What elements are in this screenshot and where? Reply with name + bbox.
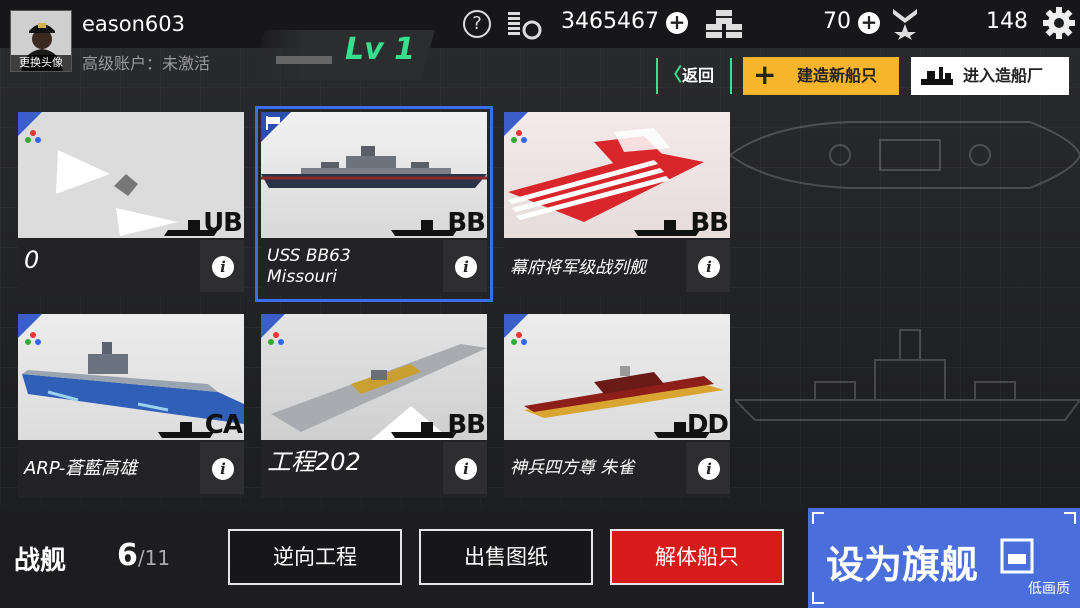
flag-icon <box>266 116 280 130</box>
ship-image: CA <box>18 314 244 440</box>
add-coins-button[interactable]: + <box>666 12 688 34</box>
set-flagship-button[interactable]: 设为旗舰 低画质 <box>808 508 1080 608</box>
palette-icon <box>25 130 41 143</box>
ship-card[interactable]: DD 神兵四方尊 朱雀 i <box>504 314 730 498</box>
corner-bracket <box>812 592 824 604</box>
info-icon[interactable]: i <box>212 458 234 480</box>
crates-icon <box>706 10 742 38</box>
ship-count-current: 6 <box>117 538 138 573</box>
corner-bracket <box>812 512 824 524</box>
sell-blueprint-button[interactable]: 出售图纸 <box>419 529 593 585</box>
enter-dock-label: 进入造船厂 <box>963 66 1044 85</box>
ship-name: 幕府将军级战列舰 <box>510 258 646 278</box>
ship-card[interactable]: BB 工程202 i <box>261 314 487 498</box>
level-progress-bar <box>276 56 332 64</box>
supplies-value: 70 <box>823 9 851 34</box>
flagship-icon <box>1000 538 1034 574</box>
ship-class-label: BB <box>690 208 729 238</box>
ship-class-label: BB <box>447 208 486 238</box>
ship-card[interactable]: BB 幕府将军级战列舰 i <box>504 112 730 296</box>
ship-name: ARP-蒼藍高雄 <box>24 458 138 479</box>
ship-image: BB <box>261 112 487 238</box>
ship-image: DD <box>504 314 730 440</box>
account-status: 高级账户：未激活 <box>82 54 211 73</box>
blueprint-ship-side <box>735 329 1080 421</box>
gear-icon[interactable] <box>1042 6 1076 40</box>
info-icon[interactable]: i <box>212 256 234 278</box>
palette-icon <box>268 332 284 345</box>
ship-image: BB <box>504 112 730 238</box>
build-ship-label: 建造新船只 <box>797 66 878 85</box>
palette-icon <box>511 130 527 143</box>
avatar[interactable]: 更换头像 <box>10 10 72 72</box>
info-icon[interactable]: i <box>698 458 720 480</box>
dockyard-icon <box>921 67 953 85</box>
set-flagship-label: 设为旗舰 <box>826 543 979 587</box>
blueprint-ship-top <box>730 121 1080 189</box>
enter-dock-button[interactable]: 进入造船厂 <box>911 57 1069 95</box>
help-icon[interactable]: ? <box>463 10 491 38</box>
level-text: Lv 1 <box>345 32 415 67</box>
back-button[interactable]: 〈 返回 <box>656 58 732 94</box>
ship-image: BB <box>261 314 487 440</box>
palette-icon <box>25 332 41 345</box>
ship-count: 6/11 <box>117 538 170 573</box>
info-icon[interactable]: i <box>455 458 477 480</box>
reverse-engineer-button[interactable]: 逆向工程 <box>228 529 402 585</box>
ship-name: USS BB63 Missouri <box>267 246 447 288</box>
change-avatar-label[interactable]: 更换头像 <box>11 55 71 71</box>
ship-card-selected[interactable]: BB USS BB63 Missouri i <box>255 106 493 302</box>
coins-value: 3465467 <box>561 9 659 34</box>
rank-icon <box>893 9 917 40</box>
ship-class-label: DD <box>686 410 729 440</box>
ship-card[interactable]: CA ARP-蒼藍高雄 i <box>18 314 244 498</box>
ship-image: UB <box>18 112 244 238</box>
back-label: 返回 <box>682 66 715 85</box>
ship-class-label: CA <box>204 410 243 440</box>
plus-icon: + <box>753 58 777 91</box>
ship-name-line1: USS BB63 <box>267 246 351 266</box>
chevron-left-icon: 〈 <box>664 65 682 86</box>
ship-name: 工程202 <box>267 448 361 476</box>
rank-points-value: 148 <box>986 9 1028 34</box>
dismantle-ship-button[interactable]: 解体船只 <box>610 529 784 585</box>
ship-type-label: 战舰 <box>14 546 67 576</box>
ship-class-label: UB <box>203 208 243 238</box>
quality-toggle[interactable]: 低画质 <box>1028 578 1070 598</box>
info-icon[interactable]: i <box>455 256 477 278</box>
ship-name: 0 <box>24 246 40 274</box>
ship-name: 神兵四方尊 朱雀 <box>510 458 635 478</box>
ship-class-label: BB <box>447 410 486 440</box>
add-supplies-button[interactable]: + <box>858 12 880 34</box>
ship-count-total: /11 <box>137 546 171 570</box>
palette-icon <box>511 332 527 345</box>
username: eason603 <box>82 12 185 36</box>
info-icon[interactable]: i <box>698 256 720 278</box>
ship-card[interactable]: UB 0 i <box>18 112 244 296</box>
corner-bracket <box>1064 512 1076 524</box>
build-ship-button[interactable]: + 建造新船只 <box>743 57 899 95</box>
ship-name-line2: Missouri <box>267 267 337 287</box>
coins-icon <box>508 12 542 40</box>
